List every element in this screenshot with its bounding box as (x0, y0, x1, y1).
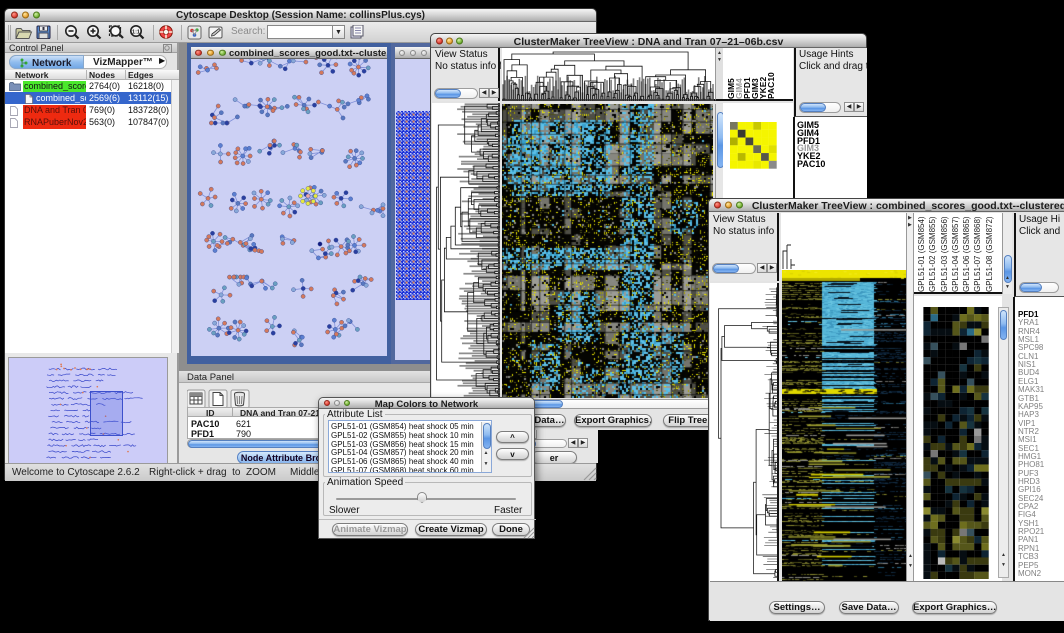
svg-text:1:1: 1:1 (132, 29, 140, 35)
